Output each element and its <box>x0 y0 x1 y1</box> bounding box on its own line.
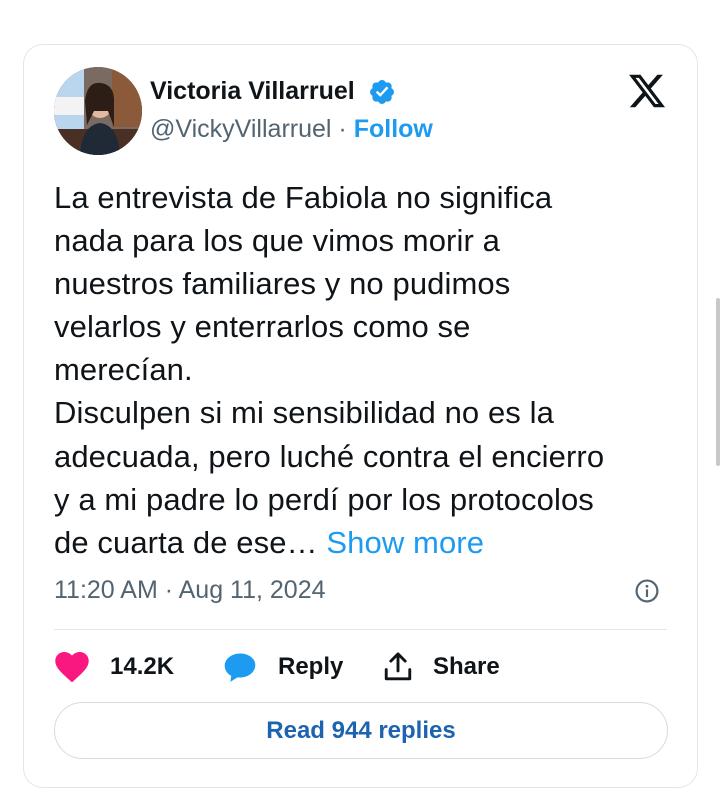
reply-label: Reply <box>278 653 344 680</box>
author-handle[interactable]: @VickyVillarruel <box>150 115 331 143</box>
tweet-text: La entrevista de Fabiola no significa na… <box>54 176 674 564</box>
read-replies-button[interactable]: Read 944 replies <box>54 702 668 759</box>
tweet-timestamp[interactable]: 11:20 AM · Aug 11, 2024 <box>54 576 326 605</box>
separator-dot: · <box>338 115 347 143</box>
share-upload-icon <box>384 652 412 681</box>
share-label: Share <box>433 653 500 680</box>
heart-icon <box>55 652 89 683</box>
verified-badge-icon <box>370 80 394 104</box>
scrollbar[interactable] <box>716 298 720 466</box>
follow-button[interactable]: Follow <box>354 115 433 143</box>
divider <box>54 629 667 630</box>
author-name[interactable]: Victoria Villarruel <box>150 77 355 106</box>
like-count: 14.2K <box>110 653 175 680</box>
reply-button[interactable]: Reply <box>222 647 343 687</box>
tweet-body: La entrevista de Fabiola no significa na… <box>54 180 605 560</box>
speech-bubble-icon <box>224 653 256 682</box>
show-more-link[interactable]: Show more <box>326 525 484 560</box>
info-icon[interactable] <box>634 578 660 604</box>
like-button[interactable]: 14.2K <box>54 647 174 687</box>
tweet-embed-card: Victoria Villarruel @VickyVillarruel · F… <box>23 44 698 788</box>
x-logo-icon[interactable] <box>627 71 667 111</box>
author-avatar[interactable] <box>54 67 142 155</box>
share-button[interactable]: Share <box>382 647 500 687</box>
handle-row: @VickyVillarruel · Follow <box>150 115 433 144</box>
